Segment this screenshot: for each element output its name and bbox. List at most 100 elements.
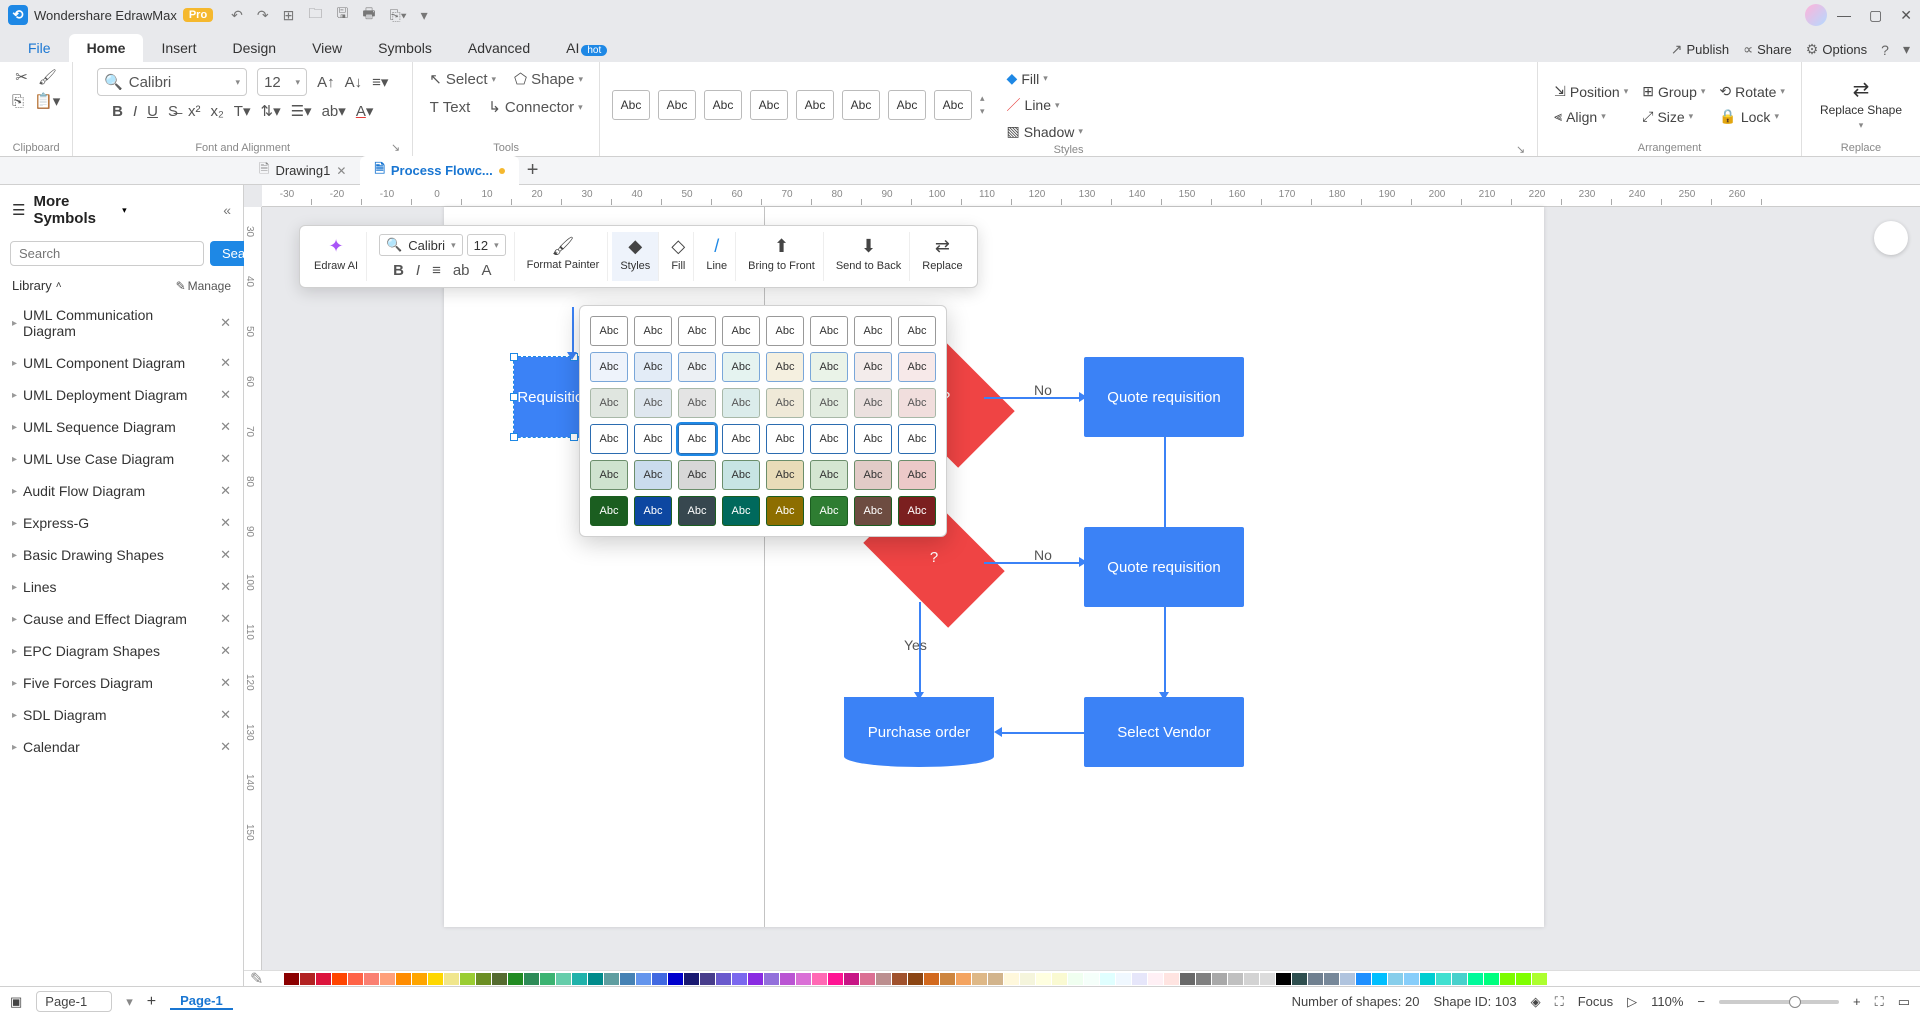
color-swatch[interactable] — [1132, 973, 1147, 985]
color-swatch[interactable] — [524, 973, 539, 985]
style-swatch[interactable]: Abc — [590, 460, 628, 490]
menu-ai[interactable]: AIhot — [548, 34, 625, 62]
style-swatch[interactable]: Abc — [888, 90, 926, 120]
color-swatch[interactable] — [1292, 973, 1307, 985]
sidebar-item[interactable]: ▸Cause and Effect Diagram✕ — [0, 603, 243, 635]
color-swatch[interactable] — [268, 973, 283, 985]
sidebar-item[interactable]: ▸UML Use Case Diagram✕ — [0, 443, 243, 475]
sidebar-search-input[interactable] — [10, 241, 204, 266]
size-button[interactable]: ⤢Size▾ — [1638, 106, 1709, 127]
color-swatch[interactable] — [1484, 973, 1499, 985]
sidebar-item[interactable]: ▸UML Deployment Diagram✕ — [0, 379, 243, 411]
copy-icon[interactable]: ⎘ — [12, 93, 24, 110]
style-swatch[interactable]: Abc — [766, 352, 804, 382]
style-swatch[interactable]: Abc — [810, 316, 848, 346]
color-swatch[interactable] — [620, 973, 635, 985]
select-tool[interactable]: ↖Select▾ — [425, 68, 500, 90]
color-swatch[interactable] — [1388, 973, 1403, 985]
remove-lib-icon[interactable]: ✕ — [220, 515, 231, 531]
remove-lib-icon[interactable]: ✕ — [220, 611, 231, 627]
style-swatch[interactable]: Abc — [678, 460, 716, 490]
minimize-icon[interactable]: — — [1837, 7, 1851, 23]
color-swatch[interactable] — [284, 973, 299, 985]
style-swatch[interactable]: Abc — [722, 496, 760, 526]
increase-font-icon[interactable]: A↑ — [317, 74, 335, 91]
present-icon[interactable]: ▷ — [1627, 994, 1637, 1010]
color-swatch[interactable] — [812, 973, 827, 985]
user-avatar-icon[interactable] — [1805, 4, 1827, 26]
open-icon[interactable]: 🗀 — [308, 3, 322, 27]
color-swatch[interactable] — [1516, 973, 1531, 985]
add-tab-icon[interactable]: + — [527, 159, 539, 182]
mini-format-painter[interactable]: 🖌Format Painter — [519, 232, 609, 281]
text-tool[interactable]: TText — [426, 97, 475, 118]
font-name-select[interactable]: 🔍Calibri▾ — [97, 68, 247, 96]
publish-button[interactable]: ↗Publish — [1671, 41, 1729, 58]
color-swatch[interactable] — [396, 973, 411, 985]
color-swatch[interactable] — [1532, 973, 1547, 985]
font-launcher-icon[interactable]: ↘ — [391, 141, 400, 154]
color-swatch[interactable] — [444, 973, 459, 985]
style-swatch[interactable]: Abc — [634, 424, 672, 454]
decrease-font-icon[interactable]: A↓ — [345, 74, 363, 91]
color-swatch[interactable] — [1068, 973, 1083, 985]
rotate-button[interactable]: ⟲Rotate▾ — [1715, 81, 1789, 102]
color-swatch[interactable] — [1436, 973, 1451, 985]
remove-lib-icon[interactable]: ✕ — [220, 419, 231, 435]
sidebar-item[interactable]: ▸UML Component Diagram✕ — [0, 347, 243, 379]
tab-drawing1[interactable]: 🗎 Drawing1 ✕ — [245, 156, 360, 186]
color-swatch[interactable] — [1196, 973, 1211, 985]
connector-tool[interactable]: ↳Connector▾ — [484, 96, 586, 118]
color-swatch[interactable] — [796, 973, 811, 985]
close-tab-icon[interactable]: ✕ — [336, 164, 346, 178]
color-swatch[interactable] — [1164, 973, 1179, 985]
replace-shape-button[interactable]: ⇄ Replace Shape ▾ — [1814, 73, 1908, 134]
font-color-icon[interactable]: A▾ — [356, 102, 374, 120]
color-swatch[interactable] — [476, 973, 491, 985]
style-swatch[interactable]: Abc — [634, 460, 672, 490]
style-swatch[interactable]: Abc — [634, 316, 672, 346]
options-button[interactable]: ⚙Options — [1806, 41, 1867, 58]
gallery-down-icon[interactable]: ▾ — [980, 106, 985, 117]
sidebar-item[interactable]: ▸Lines✕ — [0, 571, 243, 603]
new-icon[interactable]: ⊞ — [283, 7, 295, 24]
style-swatch[interactable]: Abc — [934, 90, 972, 120]
color-swatch[interactable] — [1452, 973, 1467, 985]
style-swatch[interactable]: Abc — [898, 316, 936, 346]
format-painter-icon[interactable]: 🖌 — [38, 68, 57, 86]
color-swatch[interactable] — [1260, 973, 1275, 985]
style-swatch[interactable]: Abc — [810, 460, 848, 490]
pages-panel-icon[interactable]: ▣ — [10, 994, 22, 1010]
style-swatch[interactable]: Abc — [898, 388, 936, 418]
sidebar-item[interactable]: ▸EPC Diagram Shapes✕ — [0, 635, 243, 667]
color-swatch[interactable] — [700, 973, 715, 985]
lock-button[interactable]: 🔒Lock▾ — [1715, 106, 1789, 127]
tab-process-flow[interactable]: 🗎 Process Flowc... — [360, 156, 518, 186]
color-swatch[interactable] — [1020, 973, 1035, 985]
remove-lib-icon[interactable]: ✕ — [220, 579, 231, 595]
sidebar-item[interactable]: ▸SDL Diagram✕ — [0, 699, 243, 731]
collapse-ribbon-icon[interactable]: ▾ — [1903, 41, 1910, 58]
style-swatch[interactable]: Abc — [612, 90, 650, 120]
style-swatch[interactable]: Abc — [678, 496, 716, 526]
color-swatch[interactable] — [1308, 973, 1323, 985]
align-button[interactable]: ⫷Align▾ — [1550, 106, 1632, 127]
mini-bring-front[interactable]: ⬆Bring to Front — [740, 232, 824, 281]
color-swatch[interactable] — [380, 973, 395, 985]
style-swatch[interactable]: Abc — [854, 460, 892, 490]
mini-send-back[interactable]: ⬇Send to Back — [828, 232, 910, 281]
color-swatch[interactable] — [844, 973, 859, 985]
strike-icon[interactable]: S̶ — [168, 103, 178, 120]
mini-line[interactable]: /Line — [698, 232, 736, 281]
color-swatch[interactable] — [1180, 973, 1195, 985]
bold-icon[interactable]: B — [112, 103, 123, 120]
remove-lib-icon[interactable]: ✕ — [220, 643, 231, 659]
gallery-up-icon[interactable]: ▴ — [980, 93, 985, 104]
redo-icon[interactable]: ↷ — [257, 7, 269, 24]
font-size-select[interactable]: 12▾ — [257, 68, 307, 96]
mini-italic-icon[interactable]: I — [416, 262, 420, 279]
color-swatch[interactable] — [316, 973, 331, 985]
color-swatch[interactable] — [716, 973, 731, 985]
style-swatch[interactable]: Abc — [766, 388, 804, 418]
color-swatch[interactable] — [988, 973, 1003, 985]
